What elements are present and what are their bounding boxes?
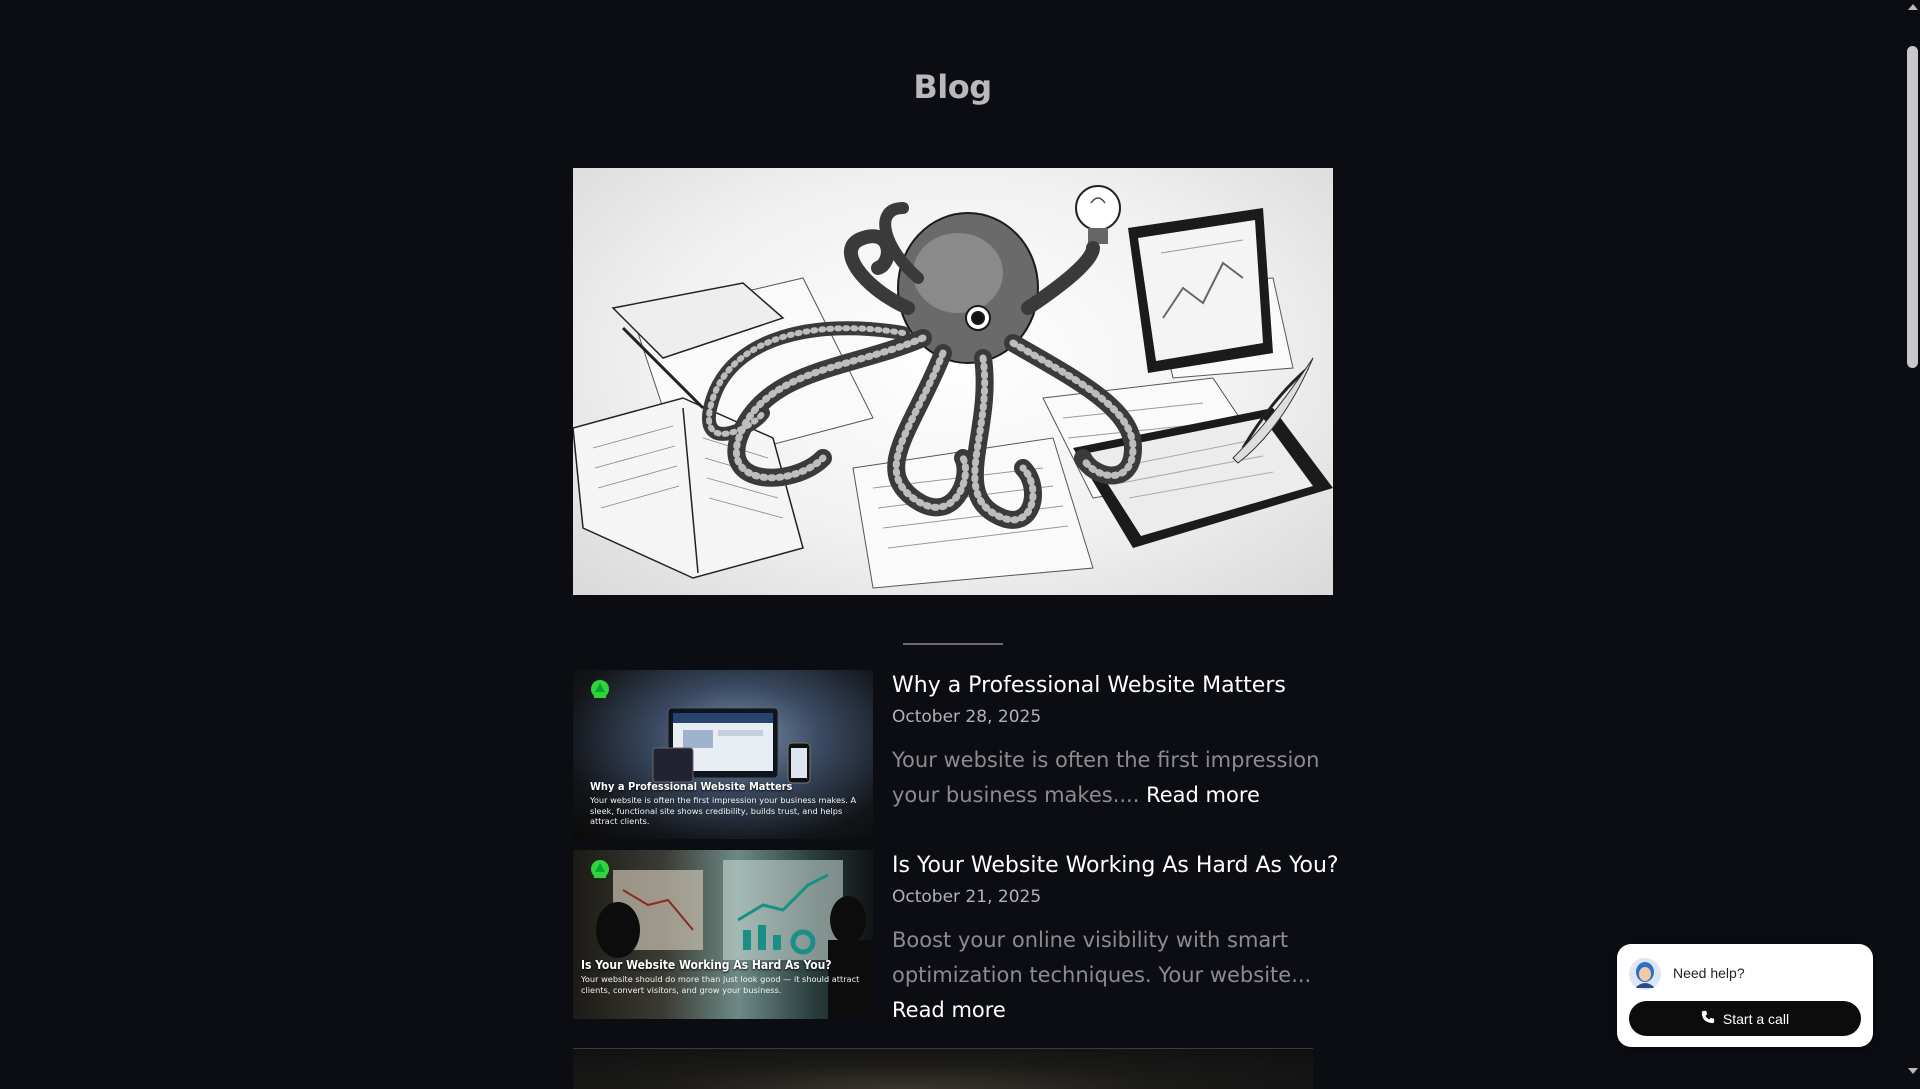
post-date: October 28, 2025	[892, 707, 1042, 727]
chat-widget: Need help? Start a call	[1617, 944, 1873, 1047]
scroll-up-icon[interactable]	[1908, 4, 1918, 10]
page-title: Blog	[913, 68, 992, 106]
section-divider	[903, 643, 1003, 645]
chat-prompt: Need help?	[1673, 965, 1745, 981]
read-more-link[interactable]: Read more	[1146, 783, 1260, 807]
post-date: October 21, 2025	[892, 887, 1042, 907]
phone-icon	[1701, 1010, 1715, 1027]
thumbnail-text: Your website should do more than just lo…	[581, 974, 860, 995]
post-thumbnail-partial[interactable]	[573, 1048, 1313, 1089]
scroll-down-icon[interactable]	[1908, 1068, 1918, 1074]
thumbnail-heading: Why a Professional Website Matters	[590, 780, 793, 793]
post-title[interactable]: Is Your Website Working As Hard As You?	[892, 853, 1339, 878]
post-excerpt: Your website is often the first impressi…	[892, 743, 1322, 813]
excerpt-text: Boost your online visibility with smart …	[892, 928, 1312, 987]
logo-icon	[589, 678, 611, 700]
post-title[interactable]: Why a Professional Website Matters	[892, 673, 1286, 698]
start-call-label: Start a call	[1722, 1010, 1790, 1027]
avatar-icon	[1629, 958, 1661, 990]
read-more-link[interactable]: Read more	[892, 998, 1006, 1022]
scrollbar-thumb[interactable]	[1907, 46, 1918, 368]
thumbnail-text: Your website is often the first impressi…	[590, 795, 857, 826]
post-thumbnail[interactable]: Is Your Website Working As Hard As You? …	[573, 850, 873, 1019]
start-call-button[interactable]: Start a call	[1629, 1001, 1861, 1036]
logo-icon	[589, 858, 611, 880]
hero-image	[573, 168, 1333, 595]
post-thumbnail[interactable]: Why a Professional Website Matters Your …	[573, 670, 873, 839]
post-excerpt: Boost your online visibility with smart …	[892, 923, 1322, 1028]
thumbnail-heading: Is Your Website Working As Hard As You?	[581, 958, 832, 972]
